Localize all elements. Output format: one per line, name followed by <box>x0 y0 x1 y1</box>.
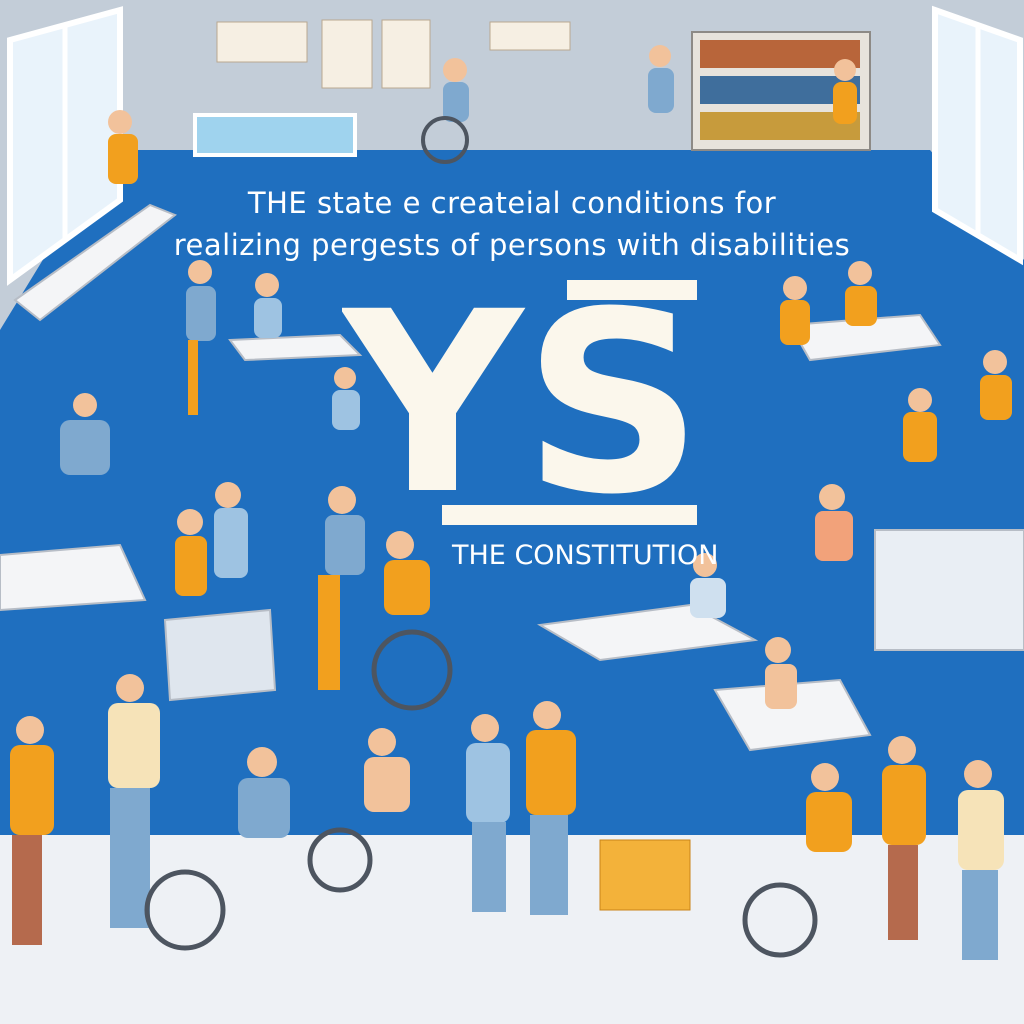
therapy-pool <box>193 113 357 157</box>
person-figure <box>780 276 810 345</box>
poster-right <box>381 19 431 89</box>
person-figure <box>466 714 510 912</box>
ys-overline <box>567 280 697 300</box>
poster-left <box>216 21 308 63</box>
table-left-mid <box>0 543 147 612</box>
poster-middle <box>321 19 373 89</box>
person-figure <box>903 388 937 462</box>
person-figure <box>648 45 674 113</box>
poster-far-right <box>489 21 571 51</box>
subtitle-constitution: THE CONSTITUTION <box>452 540 719 571</box>
glass-stand <box>163 608 277 702</box>
illustration: THE state e createial conditions for rea… <box>0 0 1024 1024</box>
headline-line-1: THE state e createial conditions for <box>247 186 777 220</box>
person-figure <box>254 273 282 338</box>
person-figure <box>833 59 857 124</box>
headline-line-2: realizing pergests of persons with disab… <box>173 228 851 262</box>
person-figure <box>175 509 207 596</box>
wooden-stool <box>599 839 691 911</box>
ys-underline <box>442 505 697 525</box>
info-board <box>874 529 1024 651</box>
table-center-left <box>228 333 363 362</box>
ys-emblem: YS <box>342 280 703 549</box>
